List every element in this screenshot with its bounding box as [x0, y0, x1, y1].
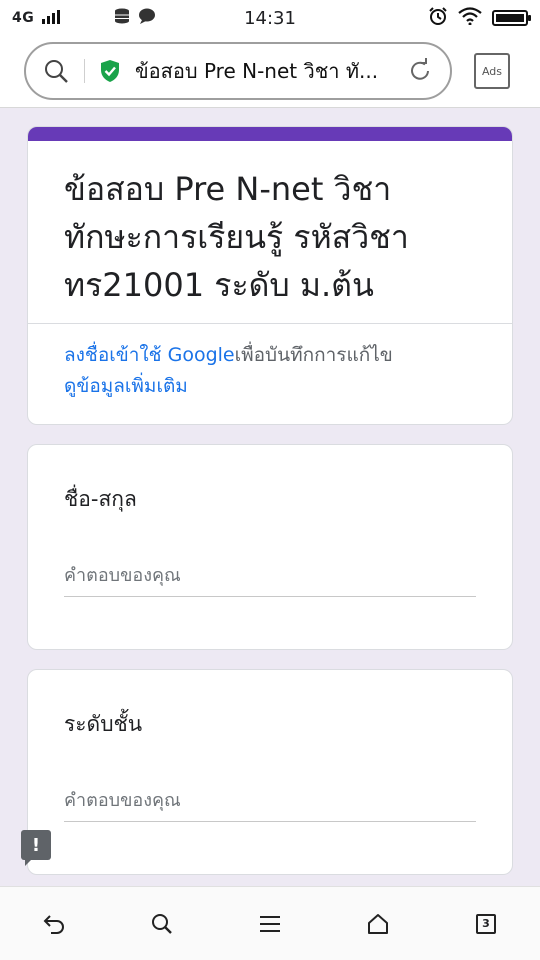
network-type: 4G: [12, 10, 35, 26]
reload-icon[interactable]: [406, 57, 434, 85]
back-icon[interactable]: [30, 900, 78, 948]
form-accent-bar: [28, 127, 512, 141]
signin-suffix: เพื่อบันทึกการแก้ไข: [234, 344, 393, 366]
grade-answer-input[interactable]: [64, 780, 476, 822]
question-label-name: ชื่อ-สกุล: [64, 487, 137, 511]
status-right: [428, 6, 531, 30]
ads-button[interactable]: Ads: [474, 53, 510, 89]
signin-link[interactable]: ลงชื่อเข้าใช้ Google: [64, 344, 235, 366]
report-issue-icon[interactable]: !: [21, 830, 51, 866]
status-left: 4G: [12, 8, 156, 28]
database-icon: [114, 8, 130, 28]
home-icon[interactable]: [354, 900, 402, 948]
bottom-nav: 3: [0, 886, 540, 960]
form-header-card: ข้อสอบ Pre N-net วิชา ทักษะการเรียนรู้ ร…: [27, 126, 513, 425]
question-label-grade: ระดับชั้น: [64, 712, 143, 736]
address-bar[interactable]: ข้อสอบ Pre N-net วิชา ทั...: [24, 42, 452, 100]
question-card: ระดับชั้น: [27, 669, 513, 875]
status-bar: 4G 14:31: [0, 0, 540, 36]
battery-icon: [492, 10, 531, 26]
secure-shield-icon: [99, 59, 121, 83]
address-divider: [84, 59, 85, 83]
chat-icon: [138, 8, 156, 28]
form-content: ข้อสอบ Pre N-net วิชา ทักษะการเรียนรู้ ร…: [0, 108, 540, 886]
page-title-url[interactable]: ข้อสอบ Pre N-net วิชา ทั...: [135, 55, 400, 87]
learn-more-link[interactable]: ดูข้อมูลเพิ่มเติม: [64, 375, 188, 397]
tabs-button[interactable]: 3: [462, 900, 510, 948]
tabs-count: 3: [476, 913, 496, 934]
alarm-icon: [428, 6, 448, 30]
name-answer-input[interactable]: [64, 555, 476, 597]
browser-bar: ข้อสอบ Pre N-net วิชา ทั... Ads: [0, 36, 540, 108]
menu-icon[interactable]: [246, 900, 294, 948]
question-card: ชื่อ-สกุล: [27, 444, 513, 650]
search-icon[interactable]: [42, 57, 70, 85]
signin-notice: ลงชื่อเข้าใช้ Googleเพื่อบันทึกการแก้ไข …: [28, 324, 512, 418]
wifi-icon: [458, 7, 482, 29]
form-title: ข้อสอบ Pre N-net วิชา ทักษะการเรียนรู้ ร…: [28, 141, 512, 324]
search-icon[interactable]: [138, 900, 186, 948]
signal-icon: [42, 9, 68, 28]
